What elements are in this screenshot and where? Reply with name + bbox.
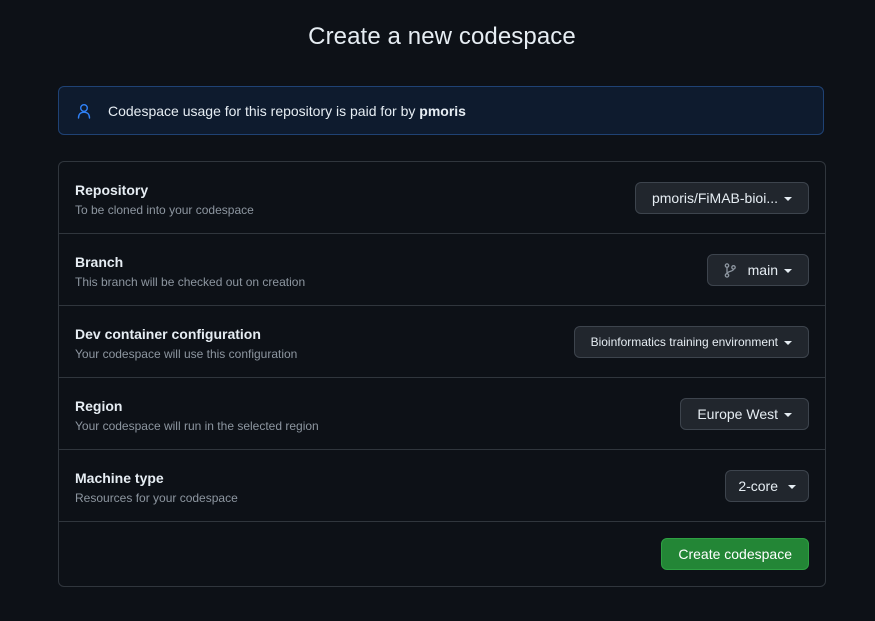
caret-down-icon bbox=[784, 340, 792, 345]
create-codespace-button[interactable]: Create codespace bbox=[661, 538, 809, 570]
caret-down-icon bbox=[784, 268, 792, 273]
region-label: Region bbox=[75, 398, 123, 414]
machine-type-label: Machine type bbox=[75, 470, 164, 486]
devcontainer-select[interactable]: Bioinformatics training environment bbox=[573, 326, 809, 358]
branch-description: This branch will be checked out on creat… bbox=[75, 275, 306, 289]
region-value: Europe West bbox=[697, 406, 778, 422]
machine-type-value: 2-core bbox=[738, 478, 778, 494]
page-title: Create a new codespace bbox=[308, 23, 576, 50]
region-row: Region Your codespace will run in the se… bbox=[59, 378, 825, 450]
devcontainer-row: Dev container configuration Your codespa… bbox=[59, 306, 825, 378]
branch-label: Branch bbox=[75, 254, 124, 270]
repository-value: pmoris/FiMAB-bioi... bbox=[651, 190, 778, 206]
caret-down-icon bbox=[788, 484, 796, 489]
repository-select[interactable]: pmoris/FiMAB-bioi... bbox=[634, 182, 809, 214]
devcontainer-label: Dev container configuration bbox=[75, 326, 261, 342]
machine-type-row: Machine type Resources for your codespac… bbox=[59, 450, 825, 522]
caret-down-icon bbox=[784, 196, 792, 201]
region-select[interactable]: Europe West bbox=[680, 398, 809, 430]
git-branch-icon bbox=[724, 262, 736, 278]
branch-value: main bbox=[747, 262, 778, 278]
devcontainer-description: Your codespace will use this configurati… bbox=[75, 347, 298, 361]
machine-type-select[interactable]: 2-core bbox=[725, 470, 809, 502]
caret-down-icon bbox=[784, 412, 792, 417]
billing-notice-text: Codespace usage for this repository is p… bbox=[108, 102, 466, 119]
billing-owner: pmoris bbox=[419, 102, 466, 119]
machine-type-description: Resources for your codespace bbox=[75, 491, 238, 505]
region-description: Your codespace will run in the selected … bbox=[75, 419, 319, 433]
branch-row: Branch This branch will be checked out o… bbox=[59, 234, 825, 306]
repository-description: To be cloned into your codespace bbox=[75, 203, 254, 217]
actions-row: Create codespace bbox=[59, 522, 825, 586]
repository-label: Repository bbox=[75, 182, 149, 198]
devcontainer-value: Bioinformatics training environment bbox=[590, 335, 778, 349]
person-icon bbox=[76, 103, 92, 119]
repository-row: Repository To be cloned into your codesp… bbox=[59, 162, 825, 234]
branch-select[interactable]: main bbox=[706, 254, 809, 286]
billing-notice: Codespace usage for this repository is p… bbox=[58, 86, 824, 135]
codespace-settings-panel: Repository To be cloned into your codesp… bbox=[58, 161, 826, 587]
